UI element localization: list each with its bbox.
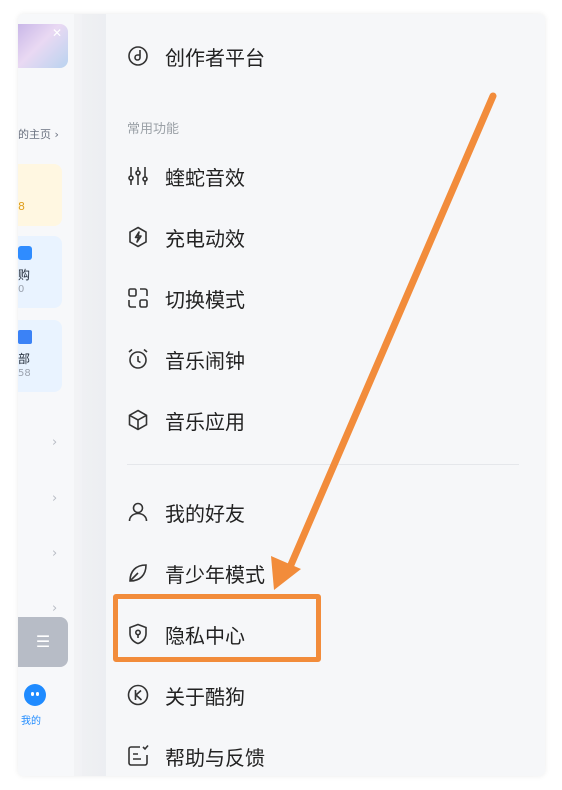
chevron-right-icon[interactable]: › <box>52 492 62 505</box>
chevron-right-icon[interactable]: › <box>52 602 62 615</box>
menu-item-about-kugou[interactable]: 关于酷狗 <box>126 675 245 715</box>
leaf-icon <box>126 561 150 585</box>
chevron-right-icon[interactable]: › <box>52 547 62 560</box>
person-icon <box>126 500 150 524</box>
purchased-card-title: 购 <box>18 268 31 282</box>
playlist-icon[interactable]: ☰ <box>18 617 68 667</box>
vip-card[interactable]: 8 <box>18 164 62 226</box>
menu-item-viper-sound[interactable]: 蝰蛇音效 <box>126 156 245 196</box>
menu-item-label: 创作者平台 <box>165 45 265 70</box>
charging-icon <box>126 225 150 249</box>
bag-icon <box>18 246 32 260</box>
menu-item-switch-mode[interactable]: 切换模式 <box>126 278 245 318</box>
music-note-icon <box>18 330 32 344</box>
menu-item-teen-mode[interactable]: 青少年模式 <box>126 553 265 593</box>
menu-item-label: 我的好友 <box>165 501 245 526</box>
feedback-icon <box>126 744 150 768</box>
menu-item-charging-effect[interactable]: 充电动效 <box>126 217 245 257</box>
menu-item-label: 音乐应用 <box>165 409 245 434</box>
kugou-logo-icon <box>126 683 150 707</box>
menu-divider <box>127 464 519 465</box>
menu-item-label: 青少年模式 <box>165 562 265 587</box>
all-music-card[interactable]: 部 58 <box>18 320 62 392</box>
privacy-center-highlight-box <box>113 594 321 662</box>
vip-card-value: 8 <box>18 200 25 213</box>
close-icon[interactable]: ✕ <box>48 24 66 42</box>
menu-item-label: 切换模式 <box>165 287 245 312</box>
mine-tab-icon[interactable] <box>24 684 46 706</box>
chevron-right-icon[interactable]: › <box>52 436 62 449</box>
menu-item-music-apps[interactable]: 音乐应用 <box>126 400 245 440</box>
home-link[interactable]: 的主页 › <box>18 126 59 142</box>
menu-item-label: 蝰蛇音效 <box>165 165 245 190</box>
menu-item-label: 关于酷狗 <box>165 684 245 709</box>
all-music-card-count: 58 <box>18 368 31 379</box>
alarm-clock-icon <box>126 347 150 371</box>
purchased-card-count: 0 <box>18 284 25 295</box>
background-page: ✕ 的主页 › 8 购 0 部 58 › › › › ☰ 我的 <box>18 14 82 776</box>
section-title-common: 常用功能 <box>127 122 180 137</box>
mine-tab-label[interactable]: 我的 <box>21 712 41 727</box>
menu-item-help-feedback[interactable]: 帮助与反馈 <box>126 736 265 776</box>
purchased-card[interactable]: 购 0 <box>18 236 62 308</box>
cube-icon <box>126 408 150 432</box>
creator-icon <box>126 44 150 68</box>
menu-item-label: 音乐闹钟 <box>165 348 245 373</box>
menu-item-music-alarm[interactable]: 音乐闹钟 <box>126 339 245 379</box>
equalizer-icon <box>126 164 150 188</box>
all-music-card-title: 部 <box>18 352 31 366</box>
menu-item-label: 充电动效 <box>165 226 245 251</box>
menu-item-my-friends[interactable]: 我的好友 <box>126 492 245 532</box>
switch-mode-icon <box>126 286 150 310</box>
menu-item-creator-platform[interactable]: 创作者平台 <box>126 36 265 76</box>
menu-item-label: 帮助与反馈 <box>165 745 265 770</box>
